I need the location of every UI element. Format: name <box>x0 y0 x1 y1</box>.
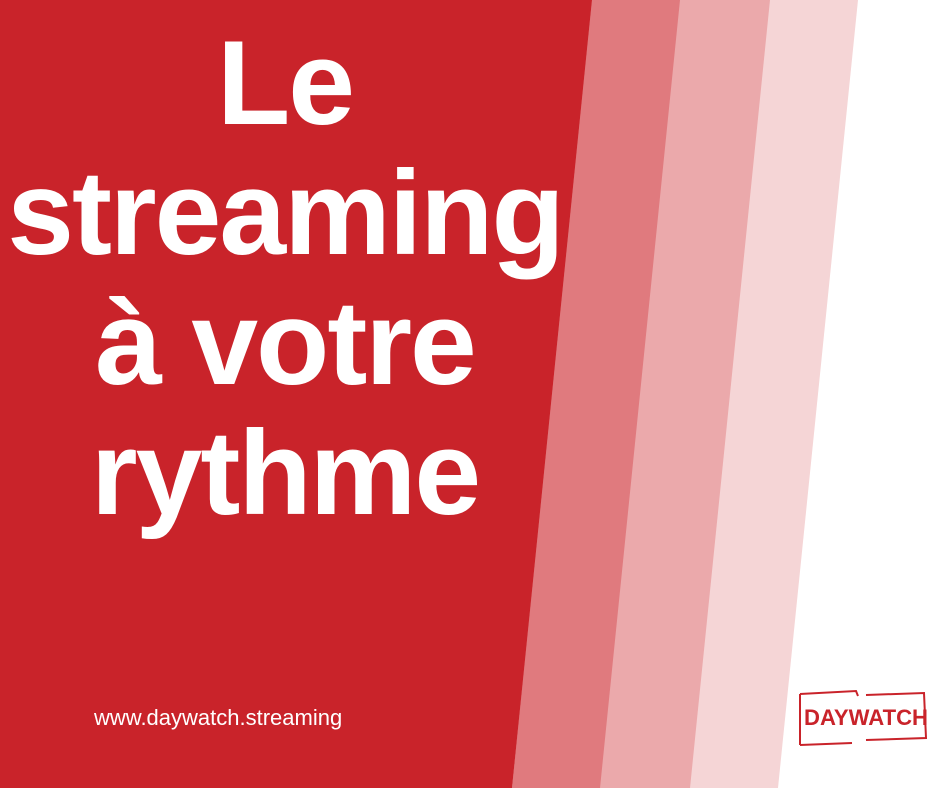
daywatch-logo: DAYWATCH <box>799 689 928 746</box>
headline: Le streaming à votre rythme <box>0 18 570 538</box>
logo-wordmark: DAYWATCH <box>804 705 928 730</box>
headline-line-3: à votre <box>95 276 477 410</box>
promo-banner: Le streaming à votre rythme www.daywatch… <box>0 0 940 788</box>
headline-line-2: streaming <box>7 146 565 280</box>
headline-line-4: rythme <box>90 406 481 540</box>
website-url[interactable]: www.daywatch.streaming <box>94 704 342 732</box>
headline-line-1: Le <box>216 16 355 150</box>
